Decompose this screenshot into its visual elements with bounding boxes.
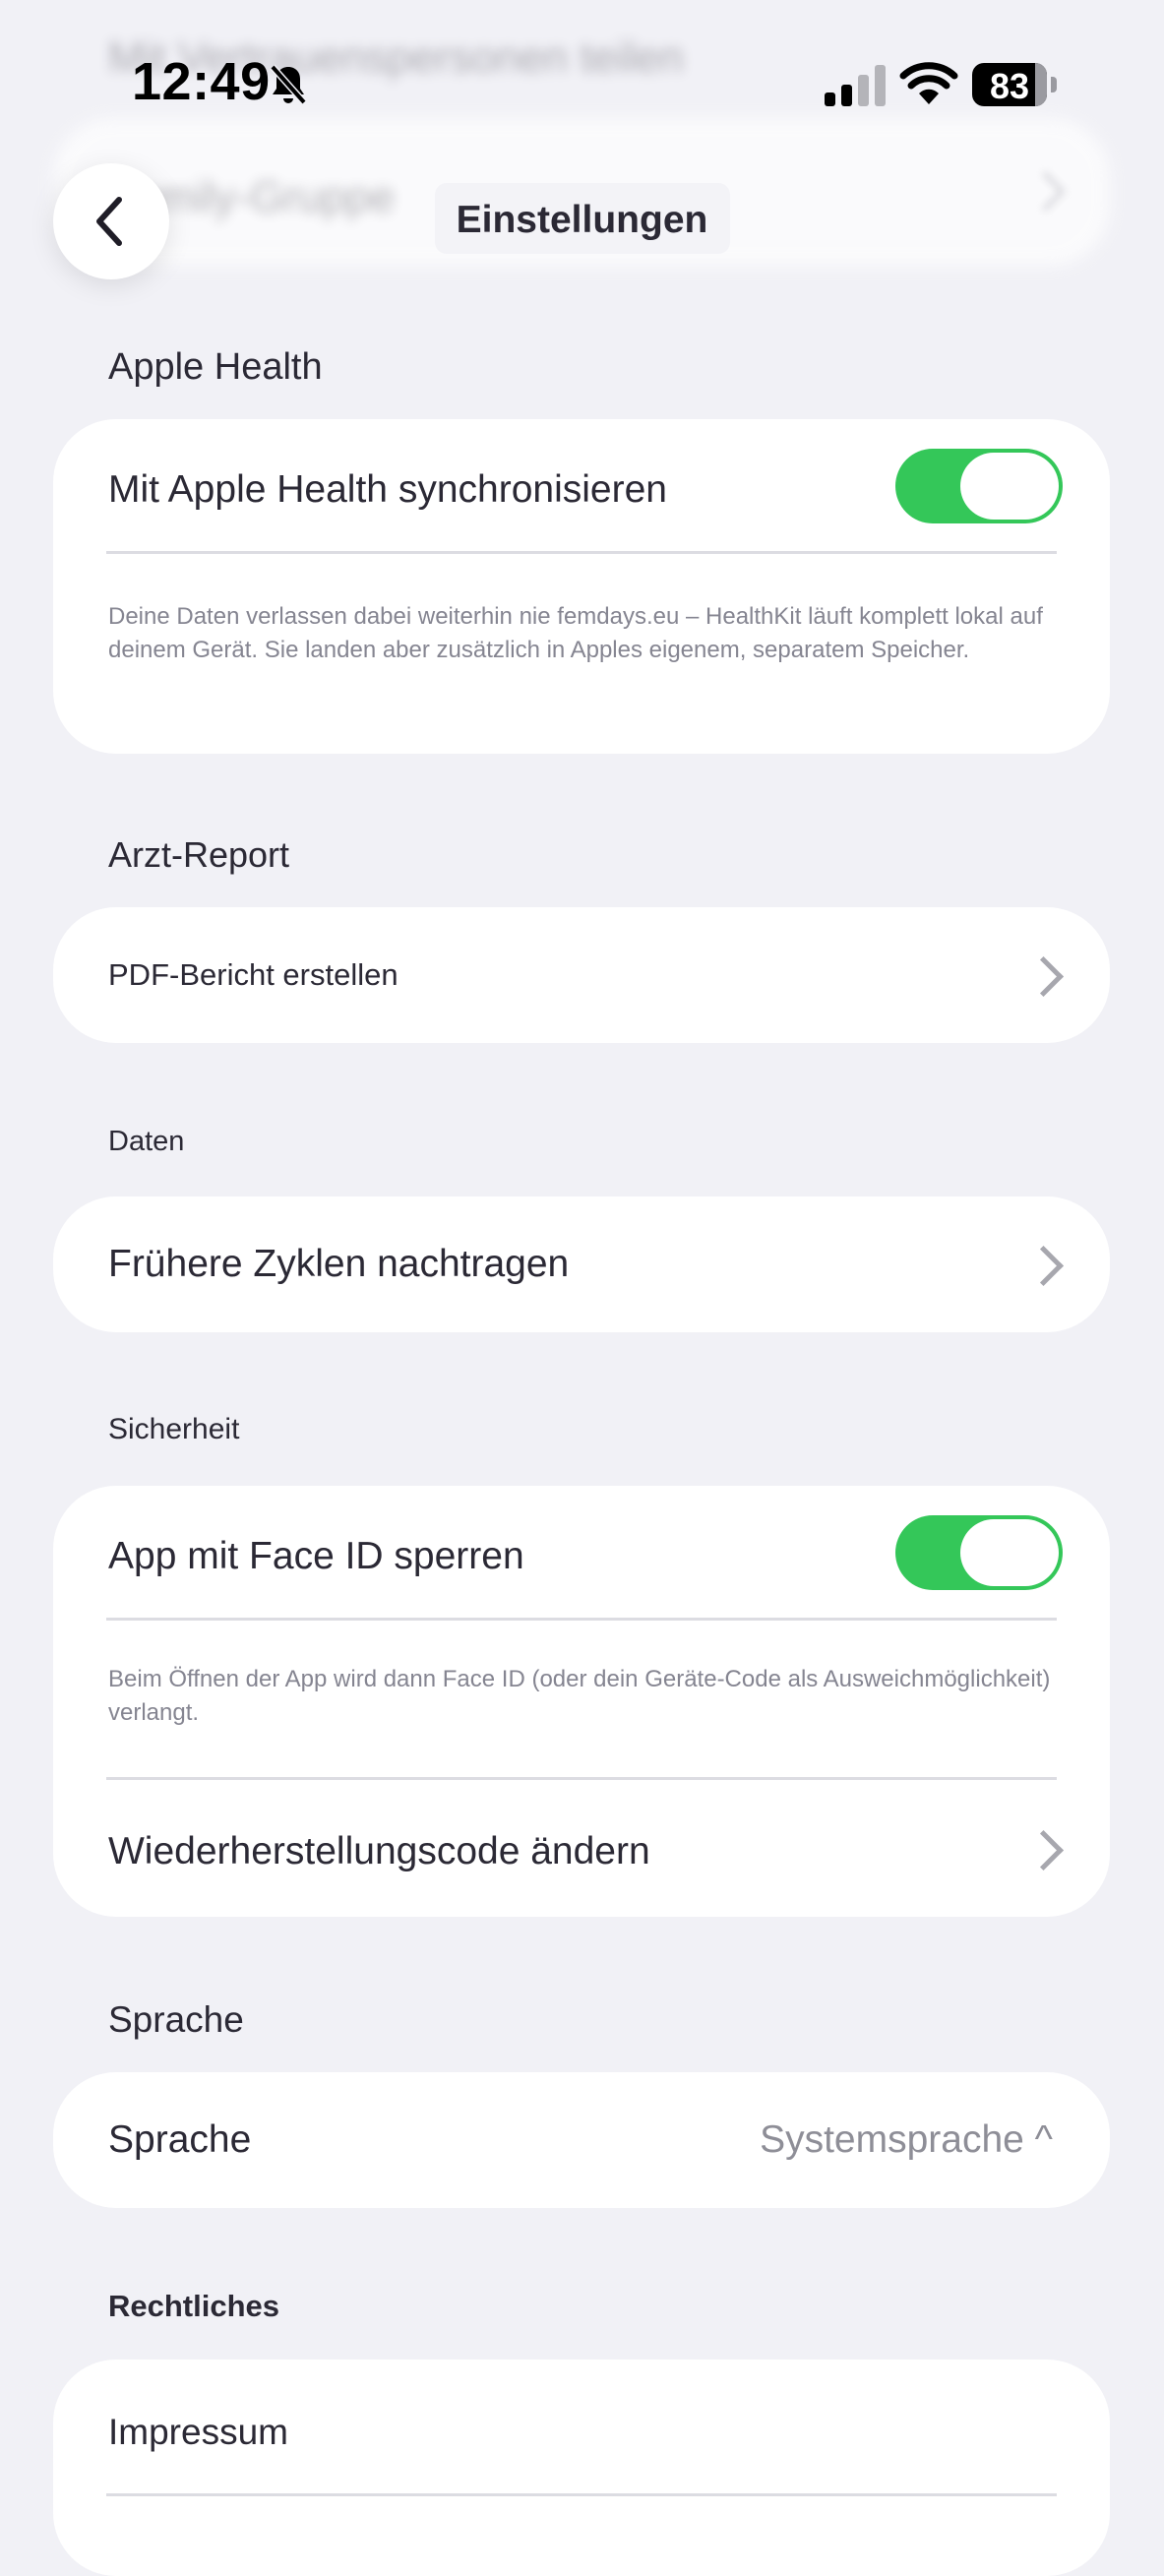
pdf-report-row[interactable]: PDF-Bericht erstellen: [53, 907, 1110, 1043]
past-cycles-row[interactable]: Frühere Zyklen nachtragen: [53, 1196, 1110, 1332]
language-row[interactable]: Sprache Systemsprache ^: [53, 2072, 1110, 2208]
wifi-icon: [899, 62, 958, 104]
pdf-report-label: PDF-Bericht erstellen: [108, 957, 398, 992]
apple-health-card: Mit Apple Health synchronisieren Deine D…: [53, 419, 1110, 754]
divider: [106, 2493, 1057, 2496]
recovery-code-label[interactable]: Wiederherstellungscode ändern: [108, 1830, 650, 1873]
past-cycles-label: Frühere Zyklen nachtragen: [108, 1243, 570, 1285]
section-label-security: Sicherheit: [108, 1413, 240, 1445]
page-title: Einstellungen: [456, 199, 708, 241]
bell-slash-icon: [270, 64, 307, 105]
toggle-knob: [960, 1519, 1059, 1586]
divider: [106, 1618, 1057, 1621]
divider: [106, 551, 1057, 554]
divider: [106, 1777, 1057, 1780]
chevron-right-icon: [1022, 1245, 1065, 1287]
apple-health-sync-toggle[interactable]: [895, 449, 1063, 523]
apple-health-sync-label: Mit Apple Health synchronisieren: [108, 468, 667, 511]
section-label-language: Sprache: [108, 1999, 244, 2040]
cellular-signal-icon: [825, 65, 886, 106]
legal-card: Impressum: [53, 2360, 1110, 2576]
apple-health-note: Deine Daten verlassen dabei weiterhin ni…: [108, 603, 1043, 663]
section-label-doctor-report: Arzt-Report: [108, 834, 290, 875]
status-time: 12:49: [132, 52, 271, 111]
security-card: App mit Face ID sperren Beim Öffnen der …: [53, 1486, 1110, 1917]
battery-percent: 83: [989, 66, 1030, 106]
language-select-value[interactable]: Systemsprache ^: [760, 2118, 1053, 2162]
language-row-label: Sprache: [108, 2118, 252, 2161]
imprint-label[interactable]: Impressum: [108, 2412, 288, 2453]
section-label-data: Daten: [108, 1126, 185, 1157]
toggle-knob: [960, 453, 1059, 520]
faceid-lock-label: App mit Face ID sperren: [108, 1535, 524, 1577]
faceid-note: Beim Öffnen der App wird dann Face ID (o…: [108, 1666, 1051, 1726]
section-label-apple-health: Apple Health: [108, 346, 323, 388]
section-label-legal: Rechtliches: [108, 2289, 280, 2323]
battery-icon: 83: [972, 63, 1057, 106]
chevron-right-icon[interactable]: [1022, 1829, 1065, 1871]
faceid-lock-toggle[interactable]: [895, 1515, 1063, 1590]
chevron-right-icon: [1022, 955, 1065, 998]
